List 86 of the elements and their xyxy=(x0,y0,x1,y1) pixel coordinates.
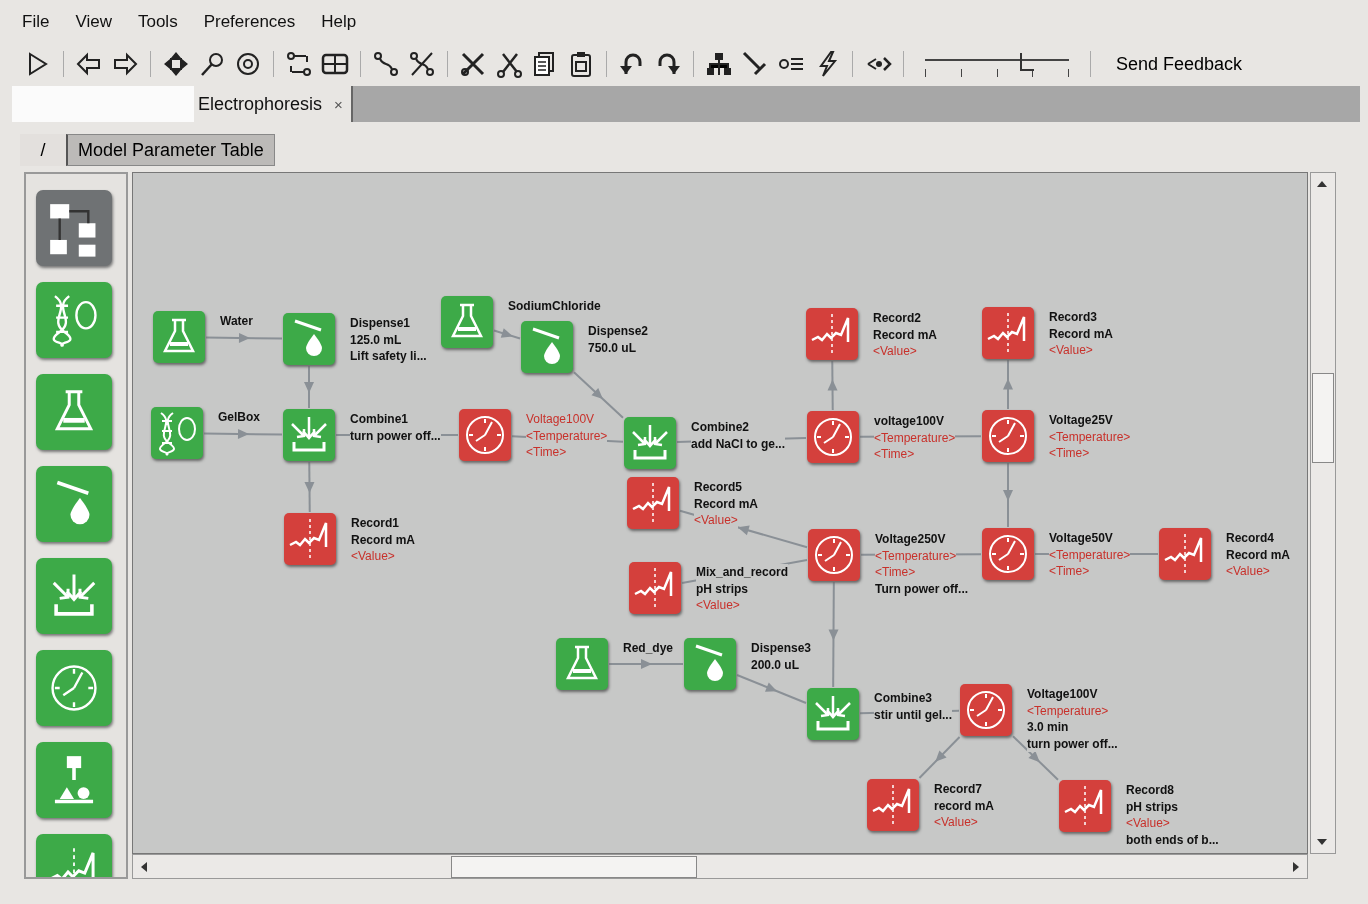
menu-item[interactable]: Tools xyxy=(137,12,178,42)
combine-arrows-icon xyxy=(283,409,335,461)
clock-icon xyxy=(982,528,1034,580)
node-label: Voltage100V xyxy=(1027,686,1098,703)
flask-icon xyxy=(36,374,112,450)
view-tab[interactable]: Model Parameter Table xyxy=(66,134,275,166)
parameter-text: <Value> xyxy=(694,512,738,529)
parameter-text: <Temperature> xyxy=(874,429,956,446)
move-icon[interactable] xyxy=(162,50,190,78)
scroll-thumb[interactable] xyxy=(1312,373,1334,463)
link-icon[interactable] xyxy=(372,50,400,78)
layout-icon xyxy=(36,190,112,266)
document-tab[interactable]: Electrophoresis × xyxy=(194,86,353,122)
flask-icon xyxy=(556,638,608,690)
clock-icon xyxy=(459,409,511,461)
target-icon[interactable] xyxy=(234,50,262,78)
connector-arrow xyxy=(304,365,314,409)
node-label: Dispense1 xyxy=(350,315,411,332)
tab-title: Electrophoresis xyxy=(198,93,323,115)
vertical-scrollbar[interactable] xyxy=(1310,172,1336,854)
combine-arrows-icon xyxy=(624,417,676,469)
parameter-text: Voltage100V xyxy=(526,411,595,428)
graph-icon xyxy=(627,477,679,529)
unlink-icon[interactable] xyxy=(408,50,436,78)
connect-icon[interactable] xyxy=(285,50,313,78)
node-label: Combine2 xyxy=(691,419,749,436)
dropper-icon xyxy=(283,313,335,365)
connector-arrow xyxy=(918,736,961,779)
parameter-text: <Temperature> xyxy=(875,547,957,564)
node-label: add NaCl to ge... xyxy=(691,435,785,452)
connector-arrow xyxy=(1003,462,1013,528)
feedback-button[interactable]: Send Feedback xyxy=(1110,49,1249,79)
node-label: Voltage250V xyxy=(875,531,946,548)
flask-icon xyxy=(153,311,205,363)
hierarchy-icon[interactable] xyxy=(705,50,733,78)
node-label: Dispense2 xyxy=(588,323,649,340)
node-label: Dispense3 xyxy=(751,640,812,657)
graph-icon xyxy=(1059,780,1111,832)
node-label: Mix_and_record xyxy=(696,564,789,581)
parameter-text: <Temperature> xyxy=(1049,546,1131,563)
connector-arrow xyxy=(1003,359,1013,410)
graph-icon xyxy=(867,779,919,831)
menu-item[interactable]: File xyxy=(22,12,50,42)
dropper-icon xyxy=(521,321,573,373)
menu-item[interactable]: Preferences xyxy=(203,12,296,42)
clock-icon xyxy=(36,650,112,726)
flask-icon xyxy=(441,296,493,348)
combine-arrows-icon xyxy=(36,558,112,634)
menu-item[interactable]: Help xyxy=(321,12,357,42)
forward-arrow-icon[interactable] xyxy=(111,50,139,78)
graph-icon xyxy=(806,308,858,360)
graph-icon xyxy=(629,562,681,614)
close-button[interactable]: × xyxy=(334,95,343,113)
scroll-thumb[interactable] xyxy=(451,855,697,878)
combine-arrows-icon xyxy=(807,688,859,740)
connector-arrow xyxy=(304,461,315,513)
clock-icon xyxy=(808,529,860,581)
horizontal-scrollbar[interactable] xyxy=(132,854,1308,879)
slider-thumb[interactable] xyxy=(1019,53,1034,71)
dna-icon xyxy=(36,282,112,358)
view-tab[interactable]: / xyxy=(20,134,66,166)
back-arrow-icon[interactable] xyxy=(75,50,103,78)
node-label: Voltage25V xyxy=(1049,412,1113,429)
dropper-icon xyxy=(684,638,736,690)
pointer-icon[interactable] xyxy=(741,50,769,78)
node-label: Lift safety li... xyxy=(350,348,427,365)
clock-icon xyxy=(982,410,1034,462)
node-label: stir until gel... xyxy=(874,706,952,723)
zoom-icon[interactable] xyxy=(198,50,226,78)
connector-arrow xyxy=(493,328,521,340)
clock-icon xyxy=(807,411,859,463)
menu-item[interactable]: View xyxy=(75,12,112,42)
node-label: voltage100V xyxy=(874,413,945,430)
node-label: Voltage50V xyxy=(1049,530,1113,547)
graph-icon xyxy=(1159,528,1211,580)
cross-icon[interactable] xyxy=(459,50,487,78)
node-label: Red_dye xyxy=(623,640,674,657)
connector-arrow xyxy=(736,674,807,704)
apparatus-icon xyxy=(36,742,112,818)
dropper-icon xyxy=(36,466,112,542)
graph-icon xyxy=(982,307,1034,359)
node-label: turn power off... xyxy=(350,427,441,444)
clock-icon xyxy=(960,684,1012,736)
graph-icon xyxy=(284,513,336,565)
dna-icon xyxy=(151,407,203,459)
connector-arrow xyxy=(827,360,838,411)
